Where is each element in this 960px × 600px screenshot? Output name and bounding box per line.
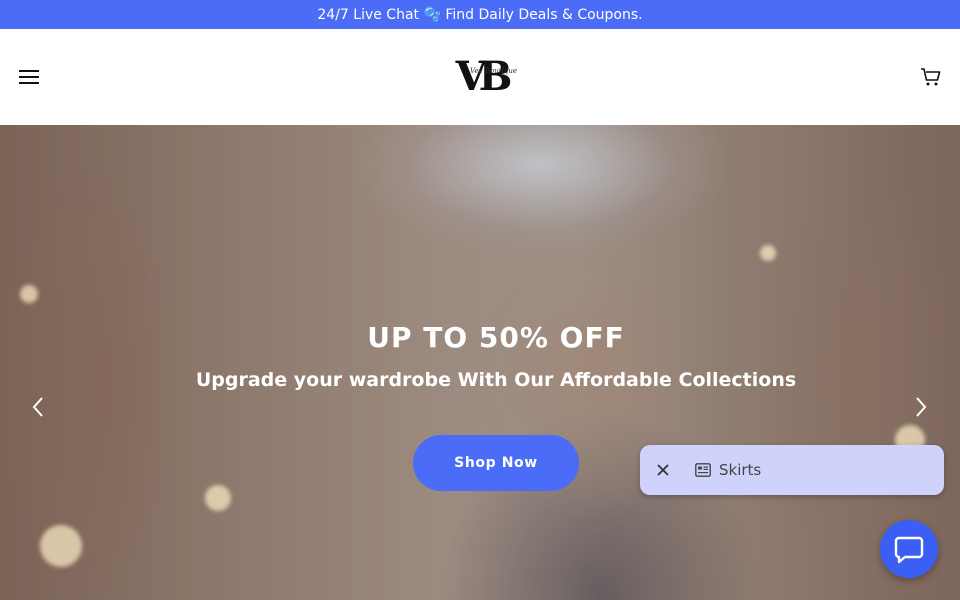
- chevron-left-icon[interactable]: [27, 395, 49, 419]
- hero-title: UP TO 50% OFF: [367, 321, 625, 354]
- logo-monogram: VB: [455, 53, 513, 100]
- bokeh-light: [760, 245, 776, 261]
- suggestion-label: Skirts: [719, 461, 762, 479]
- shop-now-button[interactable]: Shop Now: [413, 435, 579, 491]
- cart-icon[interactable]: [920, 66, 942, 88]
- bokeh-light: [205, 485, 231, 511]
- hamburger-menu-icon[interactable]: [18, 66, 40, 88]
- brand-logo[interactable]: VB Vee Boutique: [448, 53, 517, 100]
- bokeh-light: [20, 285, 38, 303]
- site-header: VB Vee Boutique: [0, 29, 960, 125]
- chevron-right-icon[interactable]: [910, 395, 932, 419]
- search-suggestion-chip[interactable]: Skirts: [640, 445, 944, 495]
- bokeh-light: [40, 525, 82, 567]
- logo-script: Vee Boutique: [470, 67, 517, 75]
- list-card-icon: [695, 461, 713, 479]
- announcement-text: 24/7 Live Chat 🫧 Find Daily Deals & Coup…: [317, 6, 643, 23]
- hero-slideshow: UP TO 50% OFF Upgrade your wardrobe With…: [0, 125, 960, 600]
- announcement-bar: 24/7 Live Chat 🫧 Find Daily Deals & Coup…: [0, 0, 960, 29]
- hero-subtitle: Upgrade your wardrobe With Our Affordabl…: [195, 369, 797, 391]
- close-icon[interactable]: [653, 460, 673, 480]
- chat-bubble-icon[interactable]: [880, 520, 938, 578]
